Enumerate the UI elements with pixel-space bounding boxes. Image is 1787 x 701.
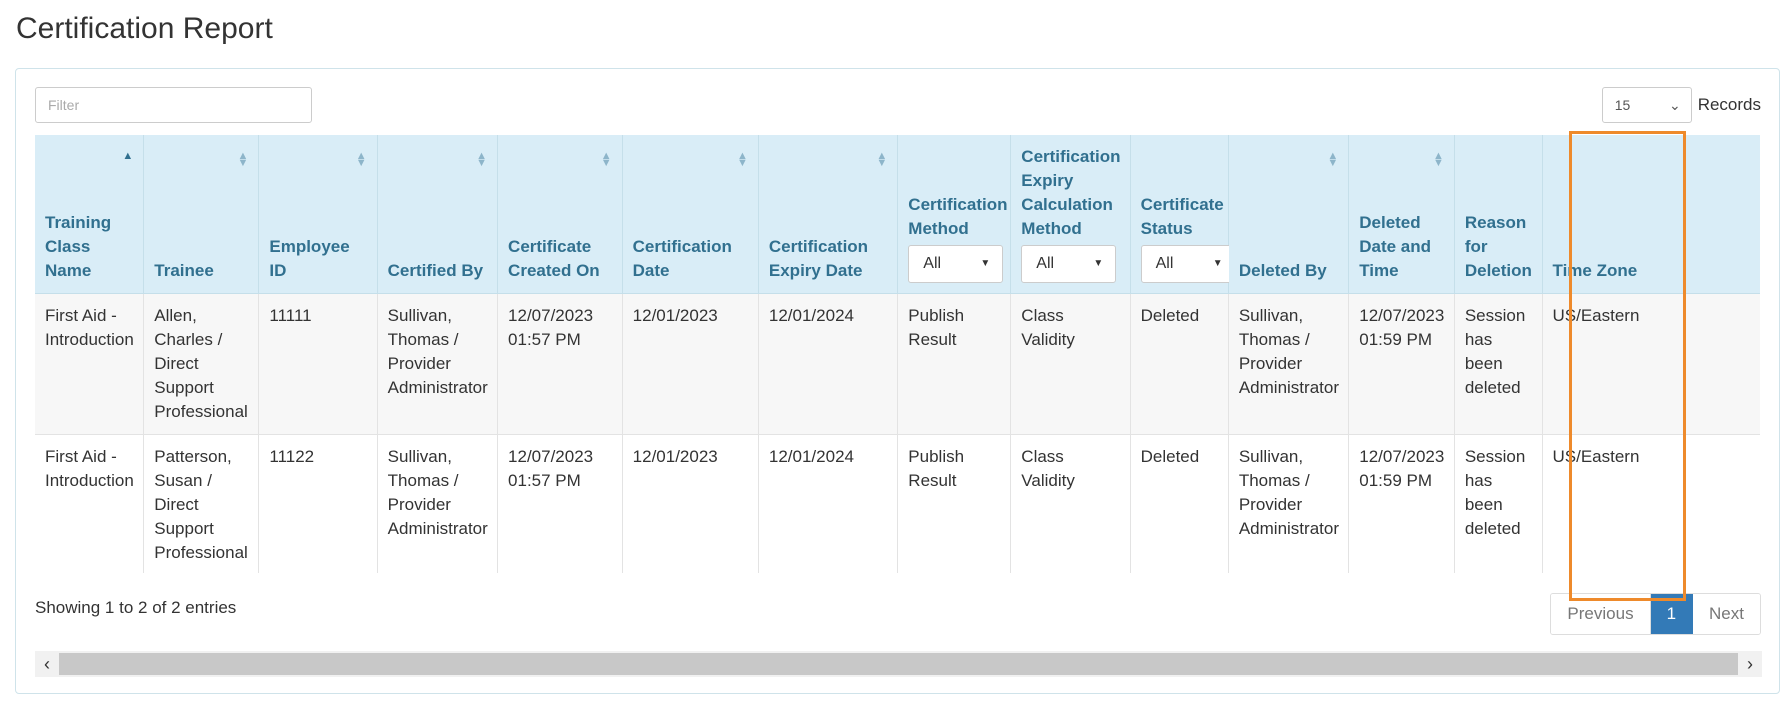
column-header-employee-id[interactable]: ▲ ▼ Employee ID [258,135,378,294]
cell-certification-method: Publish Result [897,293,1012,435]
caret-down-icon: ▼ [980,258,991,269]
pagination: Previous 1 Next [1550,593,1761,635]
cell-employee-id: 11122 [258,434,378,573]
column-filter-select[interactable]: All ▼ [1021,245,1117,283]
cell-certification-date: 12/01/2023 [622,293,759,435]
column-header-time-zone: Time Zone [1542,135,1760,294]
report-panel: 15 ⌄ Records ▲ Training Class Name ▲▼ Train… [15,68,1780,694]
sort-icon[interactable]: ▲ ▼ [356,151,367,169]
column-header-label: Employee ID [269,237,350,280]
column-header-label: Certificate Created On [508,237,600,280]
column-header-label: Certification Method [908,195,1008,238]
records-label: Records [1697,95,1761,114]
column-header-label: Certification Date [632,237,732,280]
sort-icon[interactable]: ▲ ▼ [601,151,612,169]
column-header-label: Training Class Name [45,213,112,280]
scroll-left-icon[interactable]: ‹ [35,651,59,677]
column-header-label: Reason for Deletion [1464,213,1532,280]
column-header-certification-expiry-date[interactable]: ▲ ▼ Certification Expiry Date [758,135,899,294]
cell-deleted-by: Sullivan, Thomas / Provider Administrato… [1228,434,1350,573]
previous-page-button[interactable]: Previous [1551,594,1651,634]
cell-certification-expiry-date: 12/01/2024 [758,434,899,573]
column-header-label: Time Zone [1552,261,1638,280]
cell-training-class-name: First Aid - Introduction [35,434,145,573]
cell-reason-for-deletion: Session has been deleted [1454,434,1543,573]
caret-down-icon: ▼ [1093,258,1104,269]
table-row: First Aid - Introduction Allen, Charles /… [35,293,1760,435]
column-header-label: Trainee [154,261,214,280]
cell-reason-for-deletion: Session has been deleted [1454,293,1543,435]
table-body: First Aid - Introduction Allen, Charles /… [35,293,1760,573]
table-viewport: ▲ Training Class Name ▲ ▼ Trainee ▲ ▼ Employee … [35,135,1760,573]
column-filter-select[interactable]: All ▼ [908,245,1004,283]
scroll-right-icon[interactable]: › [1738,651,1762,677]
table-row: First Aid - Introduction Patterson, Susan… [35,434,1760,573]
column-header-certificate-status: Certificate Status All ▼ [1130,135,1236,294]
column-header-label: Deleted Date and Time [1359,213,1432,280]
column-header-label: Certificate Status [1140,195,1224,238]
cell-certification-expiry-date: 12/01/2024 [758,293,899,435]
cell-time-zone: US/Eastern [1542,293,1760,435]
column-header-label: Certification Expiry Calculation Method [1021,147,1121,238]
records-control: 15 ⌄ Records [1601,87,1761,123]
next-page-button[interactable]: Next [1693,594,1760,634]
column-header-deleted-by[interactable]: ▲ ▼ Deleted By [1228,135,1350,294]
column-header-certification-date[interactable]: ▲ ▼ Certification Date [622,135,759,294]
records-per-page-select[interactable]: 15 ⌄ [1601,87,1692,123]
sort-icon[interactable]: ▲ ▼ [1433,151,1444,169]
column-header-certification-method: Certification Method All ▼ [897,135,1012,294]
cell-deleted-by: Sullivan, Thomas / Provider Administrato… [1228,293,1350,435]
cell-certificate-created-on: 12/07/2023 01:57 PM [497,293,623,435]
column-header-training-class-name[interactable]: ▲ Training Class Name [35,135,145,294]
scrollbar-thumb[interactable] [59,653,1738,675]
column-header-label: Certification Expiry Date [768,237,869,280]
cell-certification-expiry-calculation-method: Class Validity [1010,293,1131,435]
cell-certificate-status: Deleted [1130,293,1229,435]
cell-trainee: Patterson, Susan / Direct Support Profes… [143,434,260,573]
column-header-label: Deleted By [1238,261,1327,280]
cell-training-class-name: First Aid - Introduction [35,293,145,435]
column-header-reason-for-deletion: Reason for Deletion [1454,135,1543,294]
sort-icon[interactable]: ▲ ▼ [1327,151,1338,169]
cell-trainee: Allen, Charles / Direct Support Professi… [143,293,260,435]
records-select-value: 15 [1614,97,1631,113]
column-header-trainee[interactable]: ▲ ▼ Trainee [143,135,260,294]
cell-certified-by: Sullivan, Thomas / Provider Administrato… [377,434,499,573]
cell-certification-expiry-calculation-method: Class Validity [1010,434,1131,573]
sort-ascending-icon[interactable]: ▲ [122,151,133,162]
cell-certification-method: Publish Result [897,434,1012,573]
horizontal-scrollbar[interactable]: ‹ › [35,651,1762,677]
cell-certificate-created-on: 12/07/2023 01:57 PM [497,434,623,573]
column-header-certification-expiry-calculation-method: Certification Expiry Calculation Method A… [1010,135,1131,294]
sort-icon[interactable]: ▲ ▼ [737,151,748,169]
sort-icon[interactable]: ▲ ▼ [237,151,248,169]
column-header-certified-by[interactable]: ▲ ▼ Certified By [377,135,499,294]
cell-time-zone: US/Eastern [1542,434,1760,573]
cell-certified-by: Sullivan, Thomas / Provider Administrato… [377,293,499,435]
cell-certificate-status: Deleted [1130,434,1229,573]
caret-down-icon: ▼ [1212,258,1223,269]
column-header-deleted-date-and-time[interactable]: ▲ ▼ Deleted Date and Time [1348,135,1455,294]
column-filter-value: All [1036,255,1055,272]
cell-deleted-date-and-time: 12/07/2023 01:59 PM [1348,434,1455,573]
column-filter-value: All [1155,255,1174,272]
filter-input[interactable] [35,87,312,123]
page-1-button[interactable]: 1 [1650,594,1694,634]
cell-certification-date: 12/01/2023 [622,434,759,573]
sort-icon[interactable]: ▲ ▼ [476,151,487,169]
cell-employee-id: 11111 [258,293,378,435]
column-filter-select[interactable]: All ▼ [1140,245,1236,283]
column-filter-value: All [923,255,942,272]
chevron-down-icon: ⌄ [1668,96,1681,113]
column-header-certificate-created-on[interactable]: ▲ ▼ Certificate Created On [497,135,623,294]
entries-info: Showing 1 to 2 of 2 entries [35,598,237,617]
page-title: Certification Report [16,12,273,45]
sort-icon[interactable]: ▲ ▼ [876,151,887,169]
column-header-label: Certified By [387,261,484,280]
certification-table: ▲ Training Class Name ▲ ▼ Trainee ▲ ▼ Employee … [35,135,1760,573]
table-header-row: ▲ Training Class Name ▲ ▼ Trainee ▲ ▼ Employee … [35,135,1760,294]
cell-deleted-date-and-time: 12/07/2023 01:59 PM [1348,293,1455,435]
